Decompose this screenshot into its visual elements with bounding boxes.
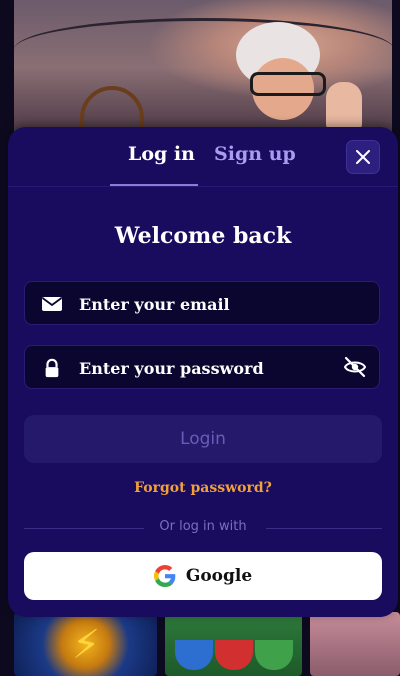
login-button[interactable]: Login (24, 415, 382, 463)
game-tile[interactable] (165, 612, 303, 676)
or-login-with-text: Or log in with (159, 519, 247, 534)
mail-icon (41, 297, 63, 311)
eye-off-icon[interactable] (343, 356, 367, 378)
divider-line (266, 528, 382, 529)
game-tile[interactable]: ⚡ (14, 612, 158, 676)
login-modal: Log in Sign up Welcome back Login Forg (8, 127, 398, 617)
google-icon (153, 565, 176, 587)
tabs-divider (8, 186, 398, 187)
tab-log-in[interactable]: Log in (128, 143, 195, 165)
auth-tabs: Log in Sign up (8, 127, 398, 187)
tab-sign-up[interactable]: Sign up (214, 143, 296, 165)
google-login-label: Google (185, 566, 253, 586)
close-button[interactable] (346, 140, 380, 174)
lock-icon (45, 358, 59, 378)
forgot-password-link[interactable]: Forgot password? (8, 480, 398, 496)
password-field[interactable] (24, 345, 380, 390)
email-input[interactable] (77, 282, 341, 326)
game-tile[interactable] (310, 612, 400, 676)
password-input[interactable] (77, 346, 341, 390)
close-icon (356, 150, 370, 164)
modal-title: Welcome back (114, 223, 292, 249)
google-login-button[interactable]: Google (24, 552, 382, 600)
game-tiles-row: ⚡ (14, 612, 400, 676)
email-field[interactable] (24, 281, 380, 326)
